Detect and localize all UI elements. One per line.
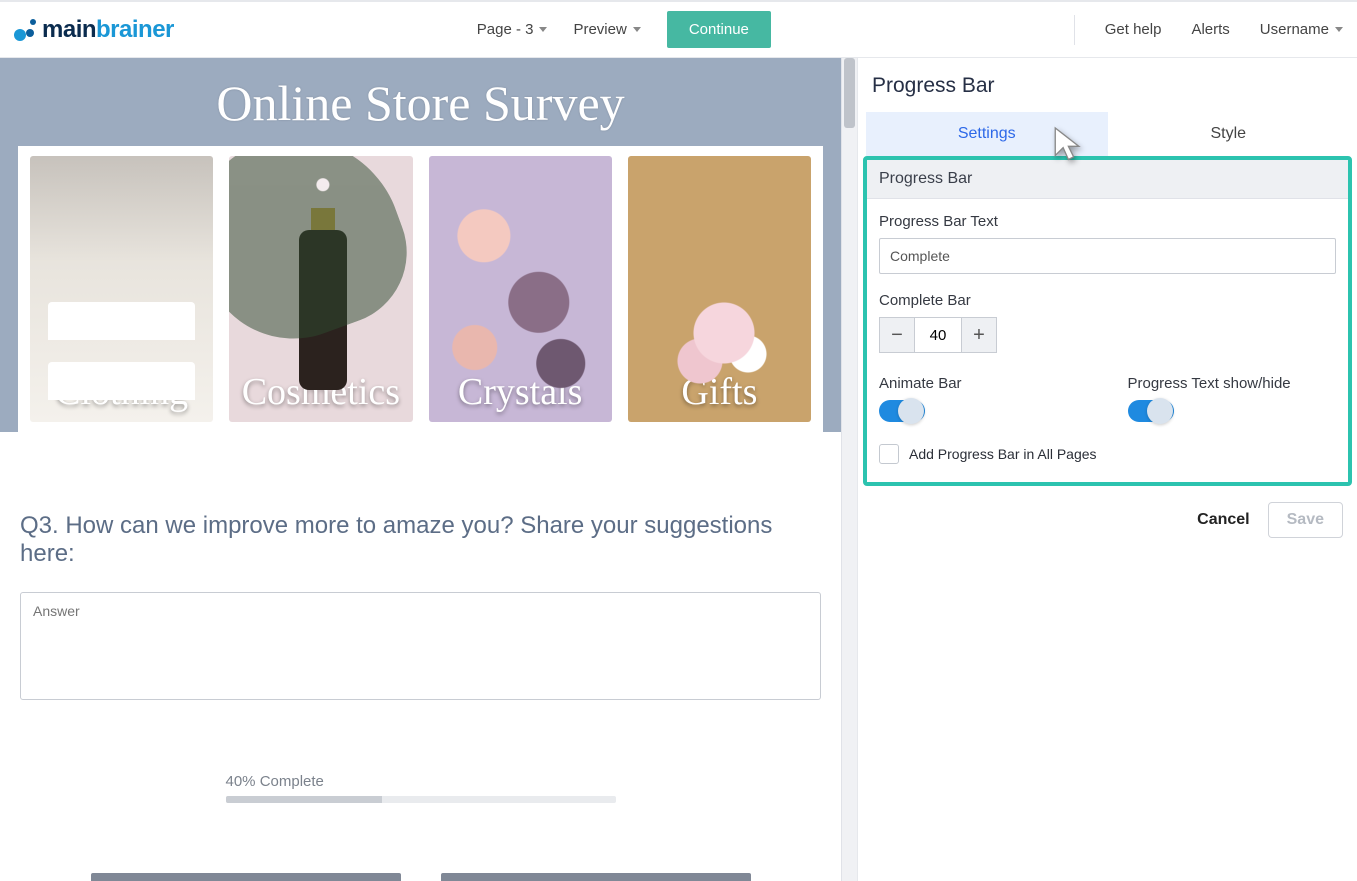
brand-dots-icon xyxy=(14,19,36,41)
cancel-button[interactable]: Cancel xyxy=(1197,511,1249,529)
panel-actions: Cancel Save xyxy=(862,486,1353,554)
main-layout: Online Store Survey Clothing Cosmetics C… xyxy=(0,58,1357,881)
preview-label: Preview xyxy=(573,21,626,38)
toggle-knob-icon xyxy=(898,398,924,424)
toggle-row: Animate Bar Progress Text show/hide xyxy=(879,375,1336,422)
category-tiles: Clothing Cosmetics Crystals Gifts xyxy=(18,146,823,432)
topbar-center: Page - 3 Preview Continue xyxy=(174,11,1074,48)
progress-text-toggle[interactable] xyxy=(1128,400,1174,422)
divider xyxy=(1074,15,1075,45)
survey-title: Online Store Survey xyxy=(0,74,841,132)
username-dropdown[interactable]: Username xyxy=(1260,21,1343,38)
minus-icon: − xyxy=(891,325,903,345)
panel-tabs: Settings Style xyxy=(862,112,1353,156)
page-label: Page - 3 xyxy=(477,21,534,38)
brand-accent: brainer xyxy=(96,16,174,43)
caret-down-icon xyxy=(633,27,641,32)
continue-button[interactable]: Continue xyxy=(667,11,771,48)
all-pages-label: Add Progress Bar in All Pages xyxy=(909,446,1097,462)
get-help-link[interactable]: Get help xyxy=(1105,21,1162,38)
question-text: Q3. How can we improve more to amaze you… xyxy=(20,512,821,568)
tile-crystals[interactable]: Crystals xyxy=(429,156,612,422)
question-block: Q3. How can we improve more to amaze you… xyxy=(0,432,841,853)
animate-bar-toggle[interactable] xyxy=(879,400,925,422)
brand-logo[interactable]: mainbrainer xyxy=(14,16,174,44)
progress-text-input[interactable] xyxy=(879,238,1336,274)
tile-label: Gifts xyxy=(681,370,757,414)
panel-title: Progress Bar xyxy=(862,70,1353,112)
all-pages-row: Add Progress Bar in All Pages xyxy=(879,444,1336,464)
progress-text-showhide-label: Progress Text show/hide xyxy=(1128,375,1337,392)
progress-text: 40% Complete xyxy=(226,773,616,790)
all-pages-checkbox[interactable] xyxy=(879,444,899,464)
complete-bar-stepper: − + xyxy=(879,317,1336,353)
stepper-value-input[interactable] xyxy=(915,317,961,353)
scroll-thumb[interactable] xyxy=(844,58,855,128)
stepper-increment-button[interactable]: + xyxy=(961,317,997,353)
animate-bar-label: Animate Bar xyxy=(879,375,1088,392)
survey-nav: Previous Next xyxy=(0,853,841,881)
preview-dropdown[interactable]: Preview xyxy=(573,21,640,38)
progress-fill xyxy=(226,796,382,803)
preview-scrollbar[interactable] xyxy=(841,58,857,881)
previous-button[interactable]: Previous xyxy=(91,873,401,881)
section-header: Progress Bar xyxy=(867,160,1348,199)
save-button[interactable]: Save xyxy=(1268,502,1343,538)
tile-label: Crystals xyxy=(458,370,583,414)
section-body: Progress Bar Text Complete Bar − + Anima… xyxy=(867,199,1348,482)
side-panel: Progress Bar Settings Style Progress Bar… xyxy=(857,58,1357,881)
topbar-right: Get help Alerts Username xyxy=(1074,15,1343,45)
toggle-knob-icon xyxy=(1147,398,1173,424)
topbar: mainbrainer Page - 3 Preview Continue Ge… xyxy=(0,0,1357,58)
tile-gifts[interactable]: Gifts xyxy=(628,156,811,422)
answer-textarea[interactable] xyxy=(20,592,821,700)
brand-main: main xyxy=(42,16,96,43)
tile-clothing[interactable]: Clothing xyxy=(30,156,213,422)
progress-track xyxy=(226,796,616,803)
stepper-decrement-button[interactable]: − xyxy=(879,317,915,353)
tab-settings[interactable]: Settings xyxy=(866,112,1108,156)
settings-highlight-box: Progress Bar Progress Bar Text Complete … xyxy=(863,156,1352,486)
complete-bar-label: Complete Bar xyxy=(879,292,1336,309)
progress-text-label: Progress Bar Text xyxy=(879,213,1336,230)
progress-bar-widget[interactable]: 40% Complete xyxy=(226,773,616,803)
page-dropdown[interactable]: Page - 3 xyxy=(477,21,548,38)
tab-style[interactable]: Style xyxy=(1108,112,1350,156)
alerts-link[interactable]: Alerts xyxy=(1191,21,1229,38)
survey-preview-pane: Online Store Survey Clothing Cosmetics C… xyxy=(0,58,841,881)
tile-cosmetics[interactable]: Cosmetics xyxy=(229,156,412,422)
tile-label: Clothing xyxy=(55,370,188,414)
tile-label: Cosmetics xyxy=(242,370,400,414)
username-label: Username xyxy=(1260,21,1329,38)
survey-hero: Online Store Survey Clothing Cosmetics C… xyxy=(0,58,841,432)
plus-icon: + xyxy=(973,325,985,345)
caret-down-icon xyxy=(1335,27,1343,32)
next-button[interactable]: Next xyxy=(441,873,751,881)
caret-down-icon xyxy=(539,27,547,32)
